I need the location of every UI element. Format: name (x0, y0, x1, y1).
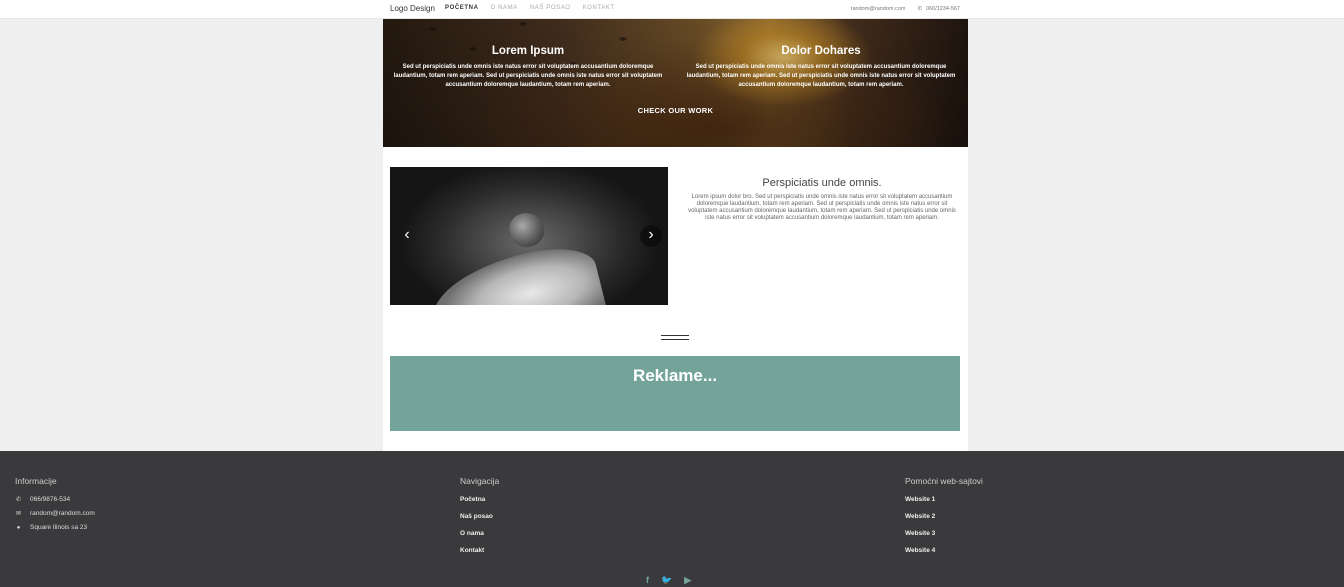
footer-sites-title: Pomoćni web-sajtovi (905, 476, 983, 486)
hero-banner: Lorem Ipsum Sed ut perspiciatis unde omn… (383, 19, 968, 147)
nav-item-pocetna[interactable]: POČETNA (445, 5, 479, 11)
footer-site-4[interactable]: Website 4 (905, 547, 983, 554)
phone-icon: ✆ (917, 6, 923, 12)
footer-info-title: Informacije (15, 476, 57, 486)
slider-prev-arrow-icon[interactable]: ‹ (396, 225, 418, 247)
top-email[interactable]: random@random.com (851, 6, 906, 12)
facebook-icon[interactable]: f (646, 575, 649, 586)
main-container: Lorem Ipsum Sed ut perspiciatis unde omn… (383, 19, 968, 451)
footer-link-kontakt[interactable]: Kontakt (460, 547, 499, 554)
hero-right-text: Sed ut perspiciatis unde omnis iste natu… (686, 64, 956, 88)
footer-address: Square Ilinois sa 23 (30, 524, 88, 531)
footer-link-nas-posao[interactable]: Naš posao (460, 513, 499, 520)
footer-sites-column: Pomoćni web-sajtovi Website 1 Website 2 … (905, 476, 983, 564)
top-phone-wrap: ✆ 060/1234-567 (917, 6, 960, 12)
image-slider[interactable]: ‹ › (390, 167, 668, 305)
feature-title: Perspiciatis unde omnis. (762, 177, 882, 189)
footer-link-pocetna[interactable]: Početna (460, 496, 499, 503)
footer-site-1[interactable]: Website 1 (905, 496, 983, 503)
main-nav: POČETNA O NAMA NAŠ POSAO KONTAKT (445, 5, 615, 11)
top-phone[interactable]: 060/1234-567 (926, 6, 960, 12)
nav-item-nas-posao[interactable]: NAŠ POSAO (530, 5, 571, 11)
footer-address-row: ● Square Ilinois sa 23 (15, 524, 95, 531)
section-divider (661, 335, 689, 340)
rock-image (506, 209, 548, 251)
footer-link-o-nama[interactable]: O nama (460, 530, 499, 537)
footer-info-column: Informacije ✆ 066/9876-534 ✉ random@rand… (15, 476, 95, 538)
nav-item-kontakt[interactable]: KONTAKT (583, 5, 615, 11)
ads-banner: Reklame... (390, 356, 960, 431)
hero-left-title: Lorem Ipsum (491, 45, 565, 57)
hand-image (424, 237, 606, 305)
ads-title: Reklame... (632, 366, 718, 385)
footer-site-3[interactable]: Website 3 (905, 530, 983, 537)
logo[interactable]: Logo Design (390, 4, 435, 13)
hero-left-text: Sed ut perspiciatis unde omnis iste natu… (393, 64, 663, 88)
footer-phone-row: ✆ 066/9876-534 (15, 496, 95, 503)
twitter-icon[interactable]: 🐦 (661, 575, 672, 586)
feature-text-block: Perspiciatis unde omnis. Lorem ipsum dol… (685, 177, 959, 222)
check-our-work-button[interactable]: CHECK OUR WORK (383, 106, 968, 115)
hero-column-left: Lorem Ipsum Sed ut perspiciatis unde omn… (393, 45, 663, 90)
footer-nav-title: Navigacija (460, 476, 500, 486)
social-links: f 🐦 ▶ (646, 575, 691, 586)
footer-email[interactable]: random@random.com (30, 510, 95, 517)
map-pin-icon: ● (16, 524, 21, 531)
nav-item-o-nama[interactable]: O NAMA (491, 5, 518, 11)
hero-column-right: Dolor Dohares Sed ut perspiciatis unde o… (686, 45, 956, 90)
feature-text: Lorem ipsum dolor bro. Sed ut perspiciat… (688, 194, 956, 221)
hero-right-title: Dolor Dohares (781, 45, 861, 57)
envelope-icon: ✉ (15, 511, 22, 517)
footer-phone[interactable]: 066/9876-534 (30, 496, 70, 503)
youtube-icon[interactable]: ▶ (684, 575, 691, 586)
footer-nav-column: Navigacija Početna Naš posao O nama Kont… (460, 476, 499, 564)
phone-icon: ✆ (15, 497, 22, 503)
top-contact: random@random.com ✆ 060/1234-567 (851, 6, 960, 12)
top-navbar: Logo Design POČETNA O NAMA NAŠ POSAO KON… (0, 0, 1344, 19)
footer-site-2[interactable]: Website 2 (905, 513, 983, 520)
slider-next-arrow-icon[interactable]: › (640, 225, 662, 247)
footer: Informacije ✆ 066/9876-534 ✉ random@rand… (0, 451, 1344, 587)
footer-email-row: ✉ random@random.com (15, 510, 95, 517)
